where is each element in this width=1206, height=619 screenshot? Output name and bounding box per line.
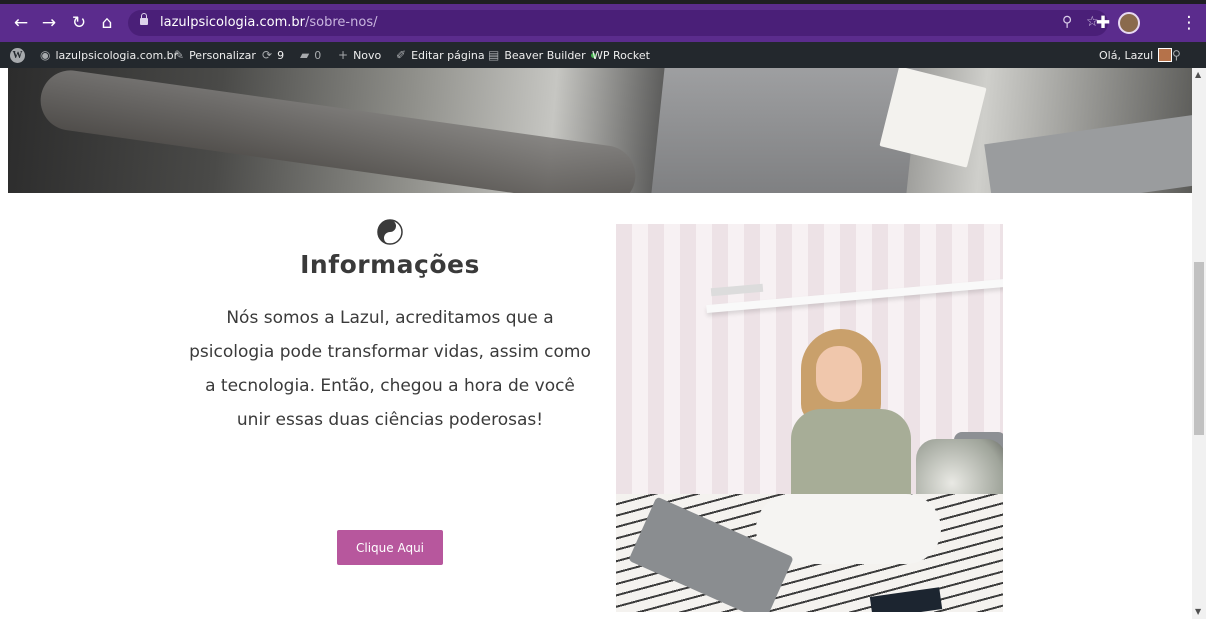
photo-book-shape (710, 283, 764, 297)
hero-laptop2-shape (984, 112, 1192, 193)
admin-wp-rocket[interactable]: WP Rocket (592, 42, 650, 68)
admin-search-icon[interactable]: ⚲ (1172, 42, 1181, 68)
url-text: lazulpsicologia.com.br/sobre-nos/ (160, 15, 377, 30)
edit-page-label: Editar página (411, 48, 485, 62)
reload-icon[interactable]: ↻ (66, 4, 92, 42)
new-label: Novo (353, 48, 382, 62)
page-content: Informações Nós somos a Lazul, acreditam… (0, 68, 1192, 619)
greeting-label: Olá, Lazul (1099, 48, 1154, 62)
browser-toolbar: ← → ↻ ⌂ lazulpsicologia.com.br/sobre-nos… (0, 4, 1206, 42)
plus-icon: + (338, 48, 349, 62)
user-avatar (1158, 48, 1173, 62)
wp-logo-icon[interactable]: W (10, 42, 25, 68)
beaver-builder-label: Beaver Builder (504, 48, 586, 62)
admin-site-name[interactable]: ◉ lazulpsicologia.com.br (40, 42, 178, 68)
zoom-icon[interactable]: ⚲ (1062, 14, 1072, 30)
wp-admin-bar: W ◉ lazulpsicologia.com.br ✎ Personaliza… (0, 42, 1206, 68)
hero-arm-shape (36, 68, 640, 193)
search-icon: ⚲ (1172, 48, 1181, 62)
extensions-puzzle-icon[interactable]: ✚ (1090, 4, 1116, 42)
admin-new[interactable]: + Novo (338, 42, 381, 68)
info-column: Informações Nós somos a Lazul, acreditam… (188, 218, 592, 565)
layout-icon: ▤ (488, 48, 500, 62)
back-icon[interactable]: ← (8, 4, 34, 42)
comment-icon: ▰ (300, 48, 310, 62)
admin-account[interactable]: Olá, Lazul (1099, 42, 1173, 68)
admin-updates[interactable]: ⟳ 9 (262, 42, 284, 68)
pencil-icon: ✐ (396, 48, 407, 62)
url-host: lazulpsicologia.com.br (160, 15, 306, 30)
admin-comments[interactable]: ▰ 0 (300, 42, 321, 68)
wp-rocket-label: WP Rocket (592, 48, 650, 62)
brush-icon: ✎ (174, 48, 185, 62)
profile-avatar-image (1118, 12, 1140, 34)
admin-customize[interactable]: ✎ Personalizar (174, 42, 256, 68)
woman-laptop-photo (616, 224, 1003, 612)
home-icon[interactable]: ⌂ (94, 4, 120, 42)
cta-button[interactable]: Clique Aqui (337, 530, 443, 565)
page-scrollbar[interactable]: ▲ ▼ (1192, 68, 1206, 619)
hero-image (8, 68, 1192, 193)
scroll-up-icon[interactable]: ▲ (1195, 70, 1201, 79)
comments-count: 0 (314, 48, 322, 62)
address-bar[interactable]: lazulpsicologia.com.br/sobre-nos/ ⚲ ☆ (128, 10, 1108, 36)
wordpress-icon: W (10, 47, 25, 63)
url-path: /sobre-nos/ (305, 15, 378, 30)
yin-yang-icon (377, 219, 403, 245)
scroll-down-icon[interactable]: ▼ (1195, 607, 1201, 616)
scrollbar-thumb[interactable] (1194, 262, 1204, 435)
lock-icon (140, 13, 148, 25)
site-name-label: lazulpsicologia.com.br (55, 48, 179, 62)
customize-label: Personalizar (189, 48, 256, 62)
forward-icon[interactable]: → (36, 4, 62, 42)
dashboard-icon: ◉ (40, 48, 51, 62)
section-heading: Informações (300, 250, 480, 279)
updates-icon: ⟳ (262, 48, 273, 62)
admin-beaver-builder[interactable]: ▤ Beaver Builder (488, 42, 596, 68)
section-body-text: Nós somos a Lazul, acreditamos que a psi… (189, 308, 591, 430)
photo-face-shape (816, 346, 862, 402)
hero-laptop-shape (651, 68, 920, 193)
updates-count: 9 (277, 48, 285, 62)
profile-avatar[interactable] (1116, 10, 1142, 36)
admin-edit-page[interactable]: ✐ Editar página (396, 42, 485, 68)
browser-menu-icon[interactable]: ⋮ (1176, 4, 1202, 42)
